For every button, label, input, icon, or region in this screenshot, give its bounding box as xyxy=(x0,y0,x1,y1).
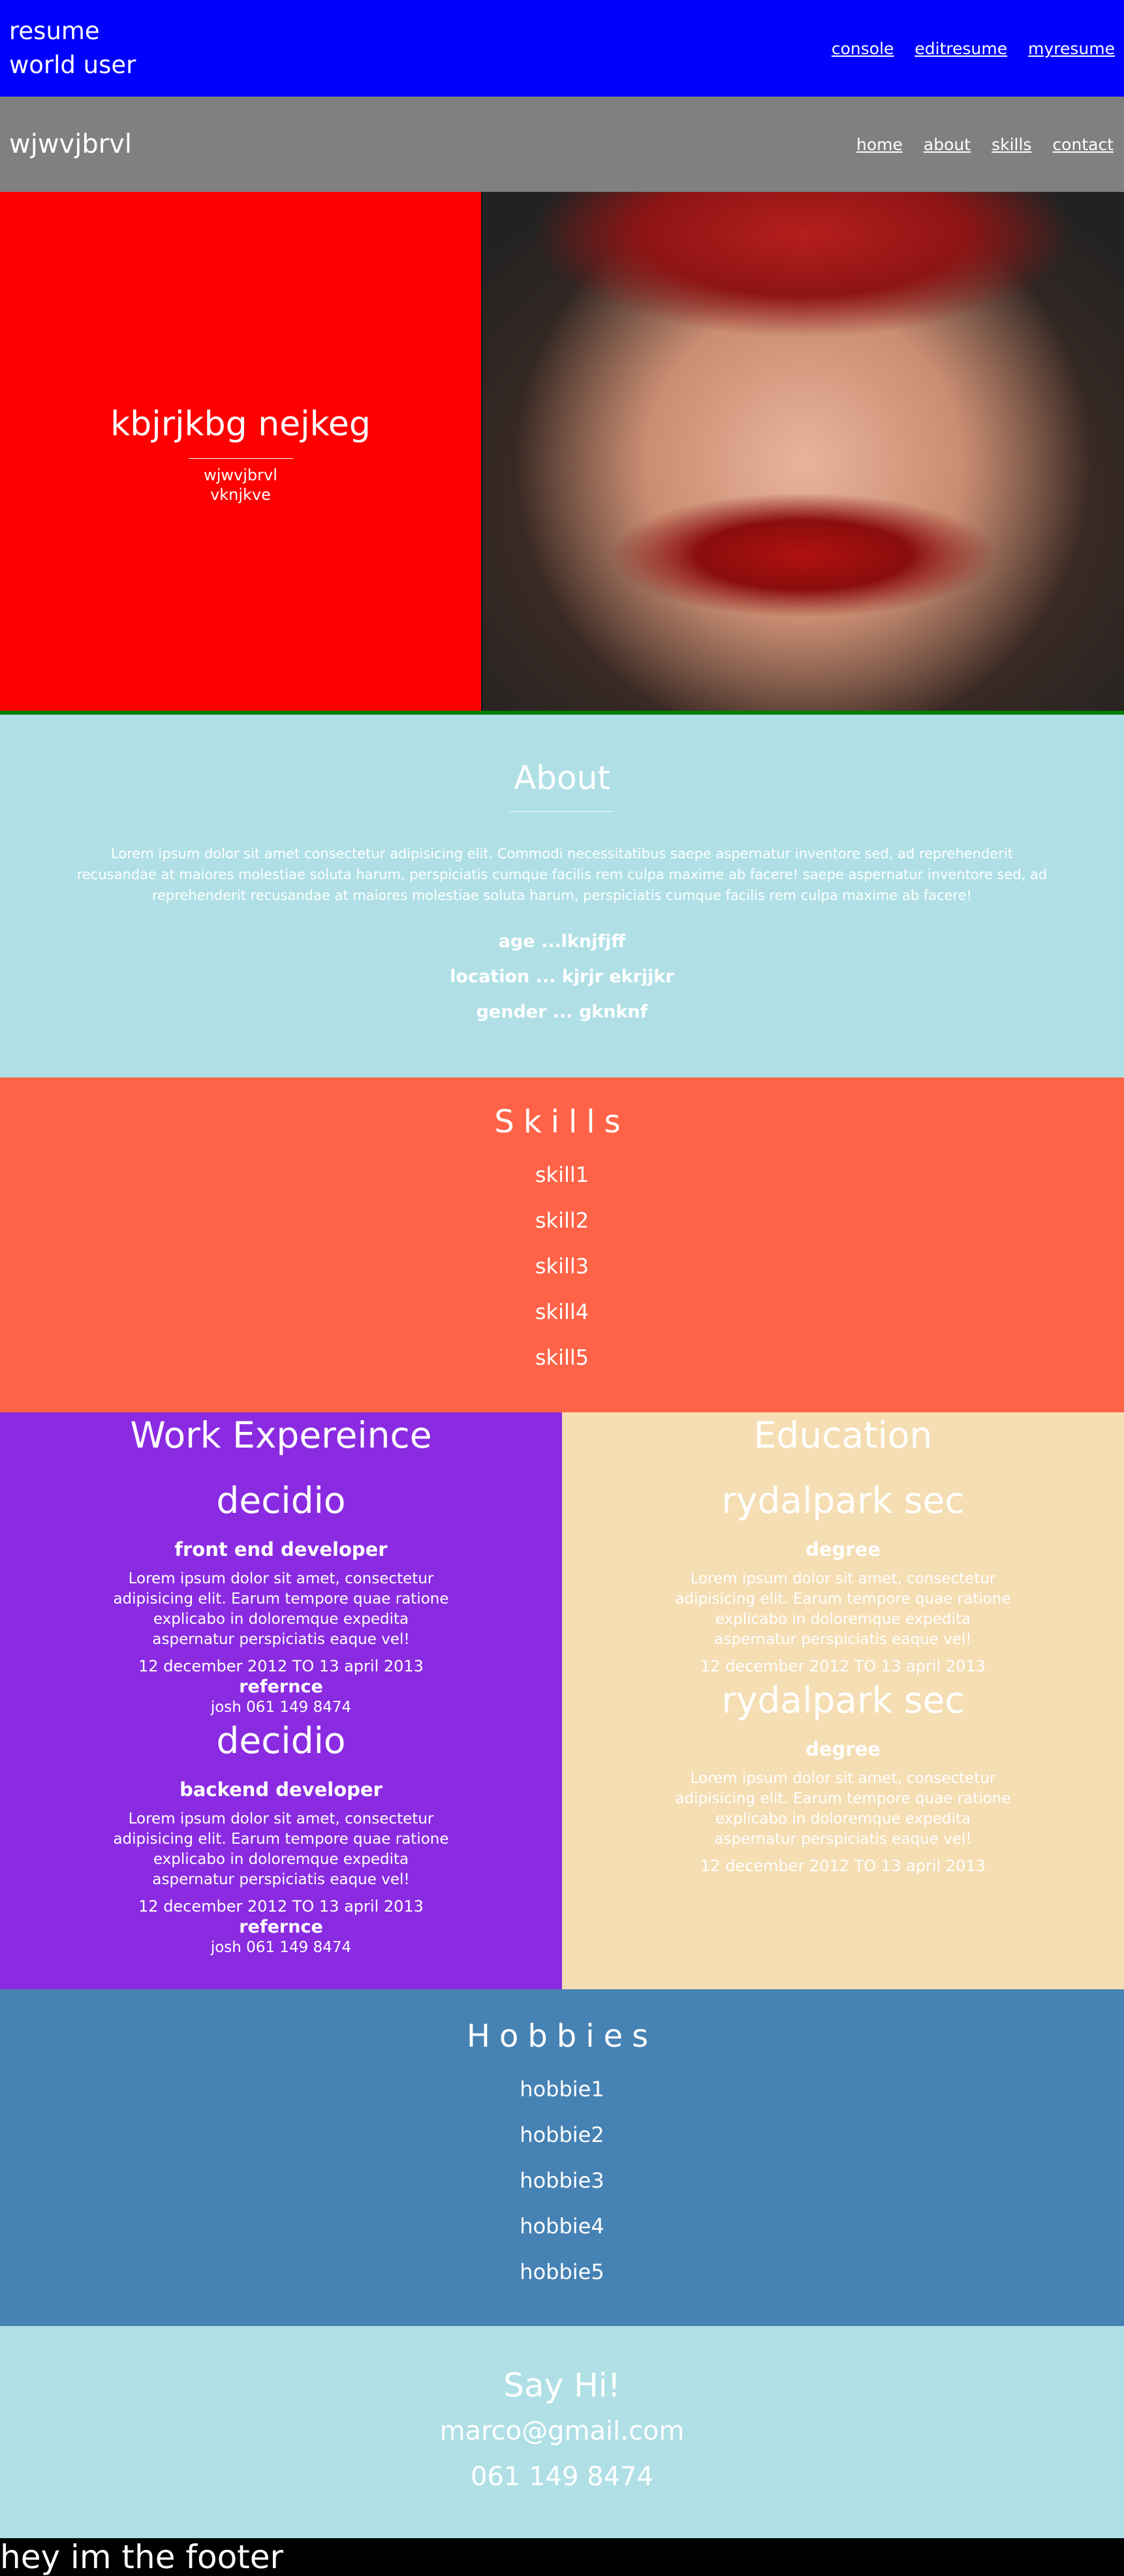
fact-gender: gender ... gknknf xyxy=(476,1002,648,1022)
work-description: Lorem ipsum dolor sit amet, consectetur … xyxy=(113,1810,449,1888)
education-entry: rydalpark sec degree Lorem ipsum dolor s… xyxy=(562,1677,1124,1877)
nav-link-editresume[interactable]: editresume xyxy=(914,39,1007,58)
contact-section: Say Hi! marco@gmail.com 061 149 8474 xyxy=(0,2326,1124,2538)
contact-title: Say Hi! xyxy=(503,2367,621,2404)
hero-portrait-photo xyxy=(481,192,1124,711)
hero-subtitle-line-2: vknjkve xyxy=(210,486,271,504)
education-entry: rydalpark sec degree Lorem ipsum dolor s… xyxy=(562,1478,1124,1677)
hero-intro: kbjrjkbg nejkeg wjwvjbrvl vknjkve xyxy=(0,192,481,711)
work-dates: 12 december 2012 TO 13 april 2013 xyxy=(138,1897,424,1916)
work-entry: decidio backend developer Lorem ipsum do… xyxy=(0,1718,562,1958)
hobbies-list: hobbie1 hobbie2 hobbie3 hobbie4 hobbie5 xyxy=(0,2066,1124,2295)
brand-line-1: resume xyxy=(9,17,100,45)
work-entry: decidio front end developer Lorem ipsum … xyxy=(0,1478,562,1718)
hobby-item: hobbie4 xyxy=(520,2214,604,2239)
hero-subtitle: wjwvjbrvl vknjkve xyxy=(204,465,277,504)
top-nav: console editresume myresume xyxy=(832,39,1115,58)
resume-nav: home about skills contact xyxy=(856,135,1114,154)
nav-link-contact[interactable]: contact xyxy=(1052,135,1114,154)
resume-navbar: wjwvjbrvl home about skills contact xyxy=(0,97,1124,192)
site-brand: resume world user xyxy=(9,14,136,82)
education-column: Education rydalpark sec degree Lorem ips… xyxy=(562,1412,1124,1989)
education-dates: 12 december 2012 TO 13 april 2013 xyxy=(700,1657,986,1675)
contact-email: marco@gmail.com xyxy=(439,2416,685,2446)
hobby-item: hobbie2 xyxy=(520,2122,604,2147)
work-role: backend developer xyxy=(180,1778,382,1801)
fact-age: age ...lknjfjff xyxy=(498,931,626,952)
skills-section: Skills skill1 skill2 skill3 skill4 skill… xyxy=(0,1078,1124,1412)
hero-divider xyxy=(188,458,293,459)
work-column: Work Expereince decidio front end develo… xyxy=(0,1412,562,1989)
work-reference: josh 061 149 8474 xyxy=(210,1939,352,1956)
hobbies-section: Hobbies hobbie1 hobbie2 hobbie3 hobbie4 … xyxy=(0,1989,1124,2326)
education-school: rydalpark sec xyxy=(721,1679,965,1721)
skill-item: skill2 xyxy=(535,1208,589,1233)
education-description: Lorem ipsum dolor sit amet, consectetur … xyxy=(675,1770,1011,1848)
work-role: front end developer xyxy=(174,1538,388,1560)
work-dates: 12 december 2012 TO 13 april 2013 xyxy=(138,1657,424,1675)
work-org: decidio xyxy=(216,1480,346,1521)
hero-section: kbjrjkbg nejkeg wjwvjbrvl vknjkve xyxy=(0,192,1124,715)
education-degree: degree xyxy=(805,1738,881,1760)
contact-phone: 061 149 8474 xyxy=(471,2462,653,2492)
work-description: Lorem ipsum dolor sit amet, consectetur … xyxy=(113,1570,449,1648)
resume-brand: wjwvjbrvl xyxy=(9,129,132,159)
work-org: decidio xyxy=(216,1720,346,1761)
skill-item: skill4 xyxy=(535,1299,589,1324)
hobby-item: hobbie3 xyxy=(520,2168,604,2193)
about-divider xyxy=(510,811,614,812)
about-facts: age ...lknjfjff location ... kjrjr ekrjj… xyxy=(0,924,1124,1030)
work-reference: josh 061 149 8474 xyxy=(210,1699,352,1716)
education-school: rydalpark sec xyxy=(721,1480,965,1521)
education-title: Education xyxy=(753,1414,933,1456)
experience-education-section: Work Expereince decidio front end develo… xyxy=(0,1412,1124,1989)
nav-link-myresume[interactable]: myresume xyxy=(1028,39,1115,58)
fact-location: location ... kjrjr ekrjjkr xyxy=(450,967,674,987)
education-degree: degree xyxy=(805,1538,881,1560)
skill-item: skill3 xyxy=(535,1254,589,1279)
work-reference-label: refernce xyxy=(239,1917,323,1937)
skills-list: skill1 skill2 skill3 skill4 skill5 xyxy=(0,1152,1124,1380)
nav-link-home[interactable]: home xyxy=(856,135,903,154)
hero-name: kbjrjkbg nejkeg xyxy=(110,405,371,444)
brand-line-2: world user xyxy=(9,51,136,79)
skill-item: skill1 xyxy=(535,1162,589,1187)
about-paragraph: Lorem ipsum dolor sit amet consectetur a… xyxy=(76,846,1048,903)
hero-subtitle-line-1: wjwvjbrvl xyxy=(204,466,277,484)
nav-link-console[interactable]: console xyxy=(832,39,894,58)
about-section: About Lorem ipsum dolor sit amet consect… xyxy=(0,715,1124,1078)
page-footer: hey im the footer xyxy=(0,2538,1124,2576)
hobby-item: hobbie1 xyxy=(520,2077,604,2102)
work-reference-label: refernce xyxy=(239,1677,323,1697)
top-bar: resume world user console editresume myr… xyxy=(0,0,1124,97)
nav-link-about[interactable]: about xyxy=(924,135,971,154)
education-dates: 12 december 2012 TO 13 april 2013 xyxy=(700,1857,986,1875)
skills-title: Skills xyxy=(494,1104,630,1140)
about-title: About xyxy=(514,759,610,797)
hobby-item: hobbie5 xyxy=(520,2259,604,2284)
work-title: Work Expereince xyxy=(130,1414,432,1456)
hobbies-title: Hobbies xyxy=(466,2018,658,2055)
skill-item: skill5 xyxy=(535,1345,589,1370)
education-description: Lorem ipsum dolor sit amet, consectetur … xyxy=(675,1570,1011,1648)
nav-link-skills[interactable]: skills xyxy=(991,135,1031,154)
